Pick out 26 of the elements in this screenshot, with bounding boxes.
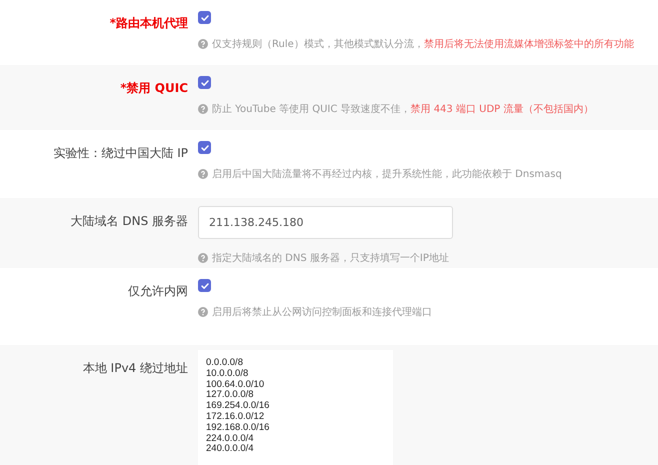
check-icon [200,78,210,88]
hint-text: 仅支持规则（Rule）模式，其他模式默认分流，禁用后将无法使用流媒体增强标签中的所有功能 [212,38,634,51]
dns-server-field[interactable]: 211.138.245.180 [198,206,453,239]
hint-text: 启用后中国大陆流量将不再经过内核，提升系统性能，此功能依赖于 Dnsmasq [212,168,562,181]
field-label: 实验性：绕过中国大陆 IP [53,146,188,160]
checkbox[interactable] [198,279,211,292]
hint-text: 防止 YouTube 等使用 QUIC 导致速度不佳，禁用 443 端口 UDP 流量（不包括国内） [212,102,594,116]
help-icon [198,104,208,114]
help-icon [198,39,208,49]
check-icon [200,280,210,290]
field-label: 仅允许内网 [128,284,188,298]
check-icon [200,142,210,152]
hint-text: 指定大陆域名的 DNS 服务器，只支持填写一个IP地址 [212,252,449,265]
help-icon [198,253,208,263]
field-label: *路由本机代理 [110,16,188,30]
checkbox[interactable] [198,76,211,89]
help-icon [198,307,208,317]
checkbox[interactable] [198,141,211,154]
field-label: *禁用 QUIC [120,81,188,95]
address-list-field[interactable]: 0.0.0.0/8 10.0.0.0/8 100.64.0.0/10 127.0.0.0/8 169.254.0.0/16 172.16.0.0/12 192.168.0.0/16 224.0.0.0/4 240.0.0.0/4 [198,350,393,465]
field-label: 本地 IPv4 绕过地址 [82,361,188,375]
check-icon [200,12,210,22]
checkbox[interactable] [198,11,211,24]
hint-text: 启用后将禁止从公网访问控制面板和连接代理端口 [212,306,432,319]
field-label: 大陆域名 DNS 服务器 [70,214,188,228]
help-icon [198,169,208,179]
